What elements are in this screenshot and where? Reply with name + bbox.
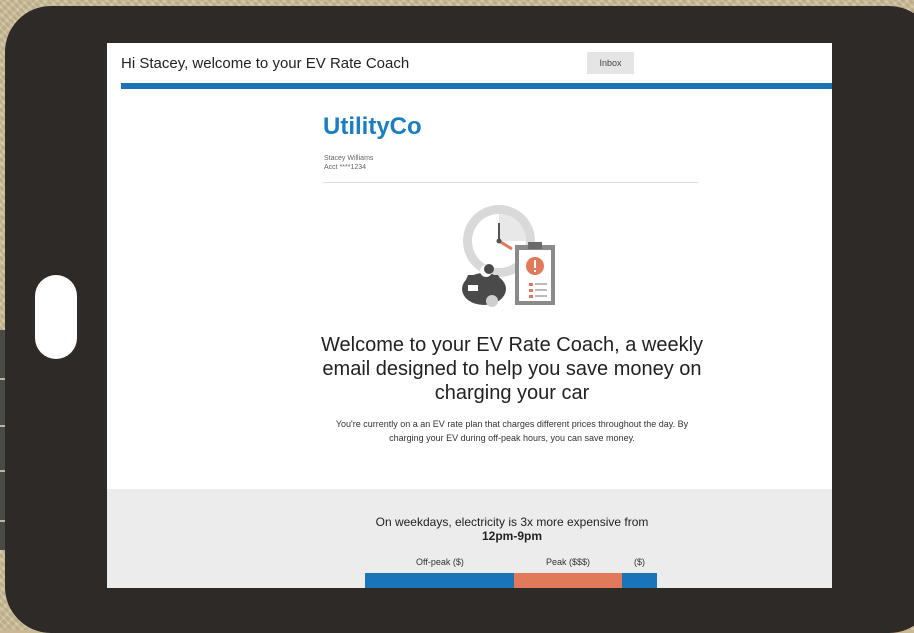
peak-hours: 12pm-9pm bbox=[481, 529, 543, 543]
tou-segment bbox=[365, 573, 514, 588]
header-accent-bar bbox=[121, 83, 832, 89]
header-divider bbox=[323, 182, 698, 183]
email-screen: Hi Stacey, welcome to your EV Rate Coach… bbox=[107, 43, 832, 588]
alert-icon bbox=[526, 257, 544, 275]
car-icon bbox=[462, 273, 506, 307]
rate-info-text: On weekdays, electricity is 3x more expe… bbox=[367, 515, 657, 543]
ev-illustration bbox=[462, 205, 555, 307]
account-number: Acct ****1234 bbox=[324, 164, 367, 171]
tou-segment-label: Peak ($$$) bbox=[546, 557, 591, 567]
home-button[interactable] bbox=[35, 275, 77, 359]
email-intro-text: You're currently on a an EV rate plan th… bbox=[335, 419, 689, 443]
email-header: Hi Stacey, welcome to your EV Rate Coach… bbox=[107, 43, 832, 85]
rate-info-prefix: On weekdays, electricity is 3x more expe… bbox=[375, 515, 649, 529]
brand-logo: UtilityCo bbox=[323, 113, 422, 140]
tou-segment-label: Off-peak ($) bbox=[416, 557, 464, 567]
account-holder-name: Stacey Williams bbox=[324, 155, 374, 162]
rate-info-panel: On weekdays, electricity is 3x more expe… bbox=[107, 489, 832, 588]
email-subject: Hi Stacey, welcome to your EV Rate Coach bbox=[121, 55, 410, 72]
email-headline: Welcome to your EV Rate Coach, a weekly … bbox=[320, 334, 704, 404]
tou-segment-label: ($) bbox=[634, 557, 645, 567]
inbox-label-chip[interactable]: Inbox bbox=[587, 52, 634, 74]
tou-segment bbox=[622, 573, 657, 588]
tou-segment bbox=[514, 573, 622, 588]
